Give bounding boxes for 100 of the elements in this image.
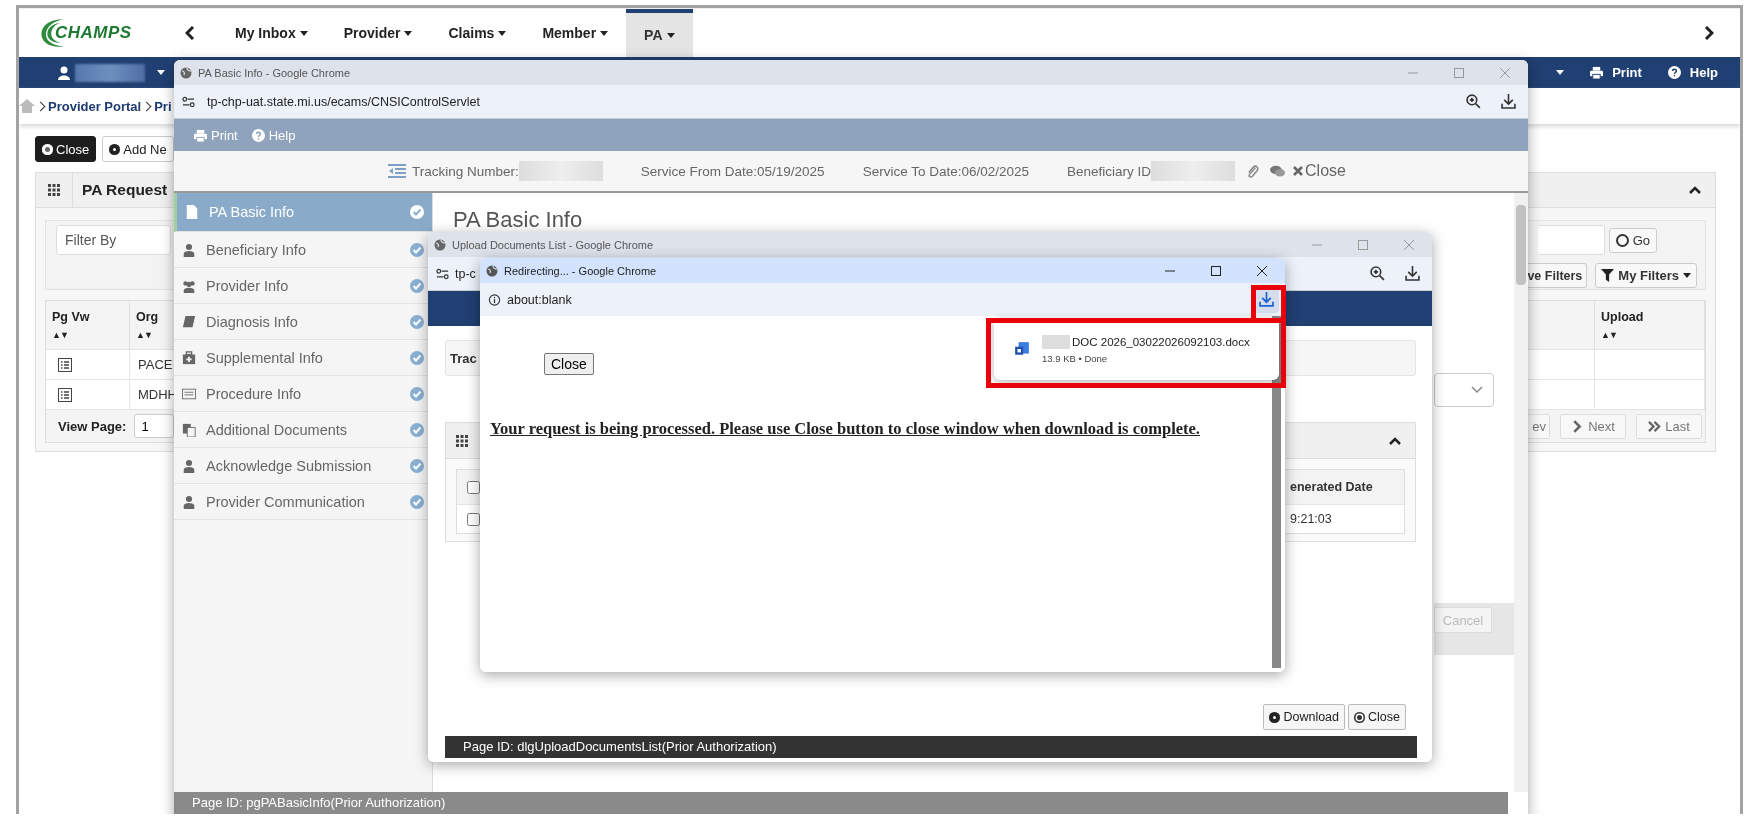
column-header[interactable]: enerated Date [1290, 480, 1404, 494]
previous-icon[interactable] [185, 26, 195, 40]
dialog-button[interactable]: Close [1348, 704, 1406, 730]
dialog-button[interactable]: Download [1263, 704, 1346, 730]
header-link[interactable]: Help [1667, 65, 1718, 80]
list-icon [182, 386, 196, 401]
pager-label: View Page: [58, 418, 127, 434]
caret-icon [1683, 273, 1691, 278]
service-from-date: Service From Date:05/19/2025 [640, 163, 825, 179]
filter-icon [1601, 269, 1615, 282]
window-title: Redirecting... - Google Chrome [504, 264, 657, 277]
select-field[interactable] [1434, 373, 1494, 407]
caret-icon [299, 30, 308, 36]
page-id-bar: Page ID: pgPABasicInfo(Prior Authorization) [174, 792, 1508, 814]
caret-icon [666, 32, 675, 38]
info-icon[interactable] [488, 293, 501, 306]
user-icon [182, 458, 196, 473]
nav-menu[interactable]: PA [626, 9, 693, 57]
caret-icon[interactable] [157, 70, 165, 75]
go-button[interactable]: Go [1608, 227, 1657, 253]
paperclip-icon[interactable] [1245, 163, 1261, 179]
pager-button[interactable]: ev [1528, 413, 1550, 439]
logo: CHAMPS [37, 13, 185, 53]
row-checkbox[interactable] [467, 480, 480, 494]
site-settings-icon[interactable] [182, 95, 195, 108]
window-title: PA Basic Info - Google Chrome [198, 66, 351, 79]
user-icon[interactable] [57, 65, 71, 80]
printer-icon [1590, 66, 1604, 79]
filter-field[interactable]: Filter By [56, 225, 171, 255]
page-view-icon[interactable] [58, 357, 72, 372]
close-icon [1354, 711, 1366, 723]
book-icon [182, 314, 196, 329]
next-icon[interactable] [1704, 26, 1714, 40]
sort-icon[interactable]: ▲▼ [1601, 330, 1704, 340]
circle-icon [1615, 233, 1629, 247]
address-bar[interactable]: tp-chp-uat.state.mi.us/ecams/CNSIControlServlet [207, 94, 481, 109]
site-settings-icon[interactable] [436, 267, 449, 280]
tracking-label: Tracking Number: [412, 163, 519, 179]
zoom-icon[interactable] [1466, 94, 1481, 109]
table-cell-text: 9:21:03 [1290, 512, 1333, 526]
service-to-date: Service To Date:06/02/2025 [862, 163, 1029, 179]
breadcrumb-link[interactable]: Pri [154, 98, 172, 114]
collapse-icon[interactable] [1689, 186, 1701, 194]
address-bar[interactable]: tp-c [455, 266, 476, 281]
nav-menu[interactable]: Claims [430, 9, 525, 57]
zoom-icon[interactable] [1370, 266, 1385, 281]
collapse-icon[interactable] [1389, 436, 1401, 445]
nav-menu[interactable]: Member [524, 9, 627, 57]
help-icon [251, 128, 265, 142]
caret-icon [404, 30, 413, 36]
download-icon[interactable] [1501, 94, 1516, 109]
nav-menu[interactable]: My Inbox [217, 9, 326, 57]
copy-icon [182, 422, 196, 437]
header-link[interactable]: Print [1590, 65, 1642, 80]
table-cell: PACE [138, 357, 173, 372]
column-header[interactable]: Pg Vw [52, 310, 129, 324]
globe-icon [486, 264, 498, 277]
pager-button[interactable]: Next [1560, 413, 1626, 439]
caret-icon [600, 30, 609, 36]
page-field[interactable]: 1 [134, 414, 175, 438]
double-chevron-icon [1648, 419, 1662, 433]
column-header[interactable]: Upload [1601, 310, 1704, 324]
caret-icon[interactable] [1556, 70, 1565, 75]
beneficiary-label: Beneficiary ID [1067, 163, 1152, 179]
address-bar[interactable]: about:blank [507, 292, 572, 307]
scrollbar[interactable] [1514, 193, 1528, 792]
page-view-icon[interactable] [58, 387, 72, 402]
filter-button[interactable]: My Filters [1595, 263, 1697, 288]
page-id-bar: Page ID: dlgUploadDocumentsList(Prior Authorization) [445, 736, 1417, 758]
toolbar-button[interactable]: Close [35, 136, 97, 162]
page-heading: PA Basic Info [453, 207, 584, 233]
breadcrumb-link[interactable]: Provider Portal [48, 98, 142, 114]
globe-icon [180, 66, 192, 79]
close-button[interactable]: Close [544, 353, 594, 375]
pager-button[interactable]: Last [1636, 413, 1702, 439]
chevron-right-icon [1571, 419, 1585, 433]
panel-title: PA Request [72, 173, 168, 207]
add-icon [1269, 711, 1281, 723]
blurred-name [75, 63, 145, 82]
search-field[interactable] [1537, 225, 1605, 255]
document-icon [1014, 341, 1030, 357]
grid-icon [48, 184, 60, 196]
users-icon [182, 278, 196, 293]
add-icon [109, 143, 121, 155]
nav-menu[interactable]: Provider [325, 9, 431, 57]
toolbar-button[interactable]: Add Ne [102, 136, 174, 162]
printer-icon [194, 128, 207, 142]
filter-button[interactable]: ve Filters [1527, 263, 1588, 288]
file-name[interactable]: DOC 2026_03022026092103.docx [1072, 335, 1250, 348]
window-title: Upload Documents List - Google Chrome [452, 238, 654, 251]
download-icon[interactable] [1405, 266, 1420, 281]
row-checkbox[interactable] [467, 512, 480, 526]
sort-icon[interactable]: ▲▼ [52, 330, 129, 340]
download-status: 13.9 KB • Done [1042, 352, 1109, 364]
chat-icon[interactable] [1270, 163, 1286, 179]
grid-icon [456, 434, 468, 447]
medical-kit-icon [182, 350, 196, 365]
close-link[interactable]: Close [1293, 162, 1346, 180]
globe-icon [434, 238, 446, 251]
field-label: Trac [450, 350, 477, 366]
